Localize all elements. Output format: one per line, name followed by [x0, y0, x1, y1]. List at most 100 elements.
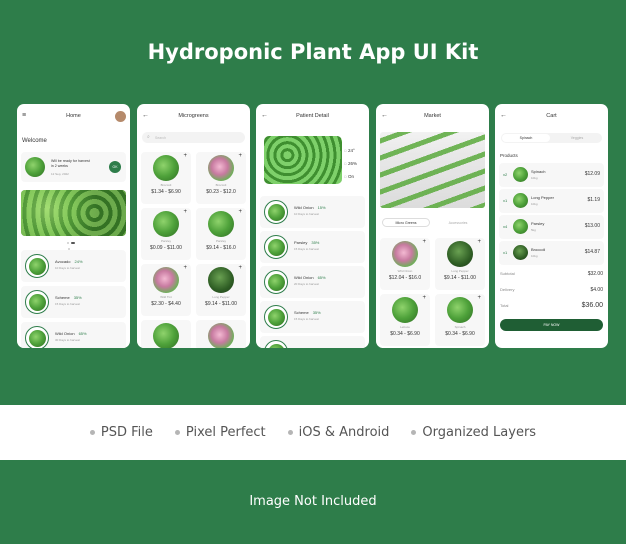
tab-spinach[interactable]: Spinach	[502, 134, 550, 142]
humidity-value: 26%	[347, 161, 357, 166]
list-item[interactable]	[260, 336, 365, 348]
back-arrow-icon[interactable]: ←	[500, 112, 507, 119]
add-icon[interactable]: +	[238, 209, 242, 215]
list-item[interactable]: Wild Onion 15% 10 Days to harvest	[260, 196, 365, 228]
feature-item: Pixel Perfect	[174, 425, 266, 440]
add-icon[interactable]: +	[183, 153, 187, 159]
product-name: Parsley	[215, 239, 226, 243]
add-icon[interactable]: +	[238, 153, 242, 159]
item-percent: 15%	[317, 205, 326, 210]
cart-item[interactable]: x4 Parsley 5kg $13.00	[499, 215, 604, 239]
back-arrow-icon[interactable]: ←	[381, 112, 388, 119]
add-icon[interactable]: +	[422, 295, 426, 301]
product-card[interactable]: + Wild Tint $2.30 - $4.40	[141, 264, 191, 316]
product-card[interactable]: + Lettuce $0.34 - $6.90	[380, 294, 430, 346]
list-item[interactable]: Parsley 35% 15 Days to harvest	[260, 231, 365, 263]
plant-photo	[264, 136, 342, 184]
product-name: Broccoli	[160, 183, 172, 187]
page-title: Hydroponic Plant App UI Kit	[147, 40, 479, 64]
subtotal-row: Subtotal $32.00	[500, 271, 603, 277]
total-value: $36.00	[581, 302, 603, 309]
cart-item[interactable]: x1 Long Pepper 10kg $1.19	[499, 189, 604, 213]
product-card[interactable]: + Long Pepper $9.14 - $11.00	[196, 264, 246, 316]
feature-label: PSD File	[100, 425, 153, 440]
product-name: Lettuce	[400, 325, 410, 329]
item-price: $1.19	[587, 197, 600, 203]
add-icon[interactable]: +	[238, 265, 242, 271]
tab-veggies[interactable]: Veggies	[553, 134, 601, 142]
product-card[interactable]: + Spinach $0.34 - $6.90	[435, 294, 485, 346]
delivery-row: Delivery $4.00	[500, 287, 603, 293]
back-arrow-icon[interactable]: ←	[261, 112, 268, 119]
product-card[interactable]: + Long Pepper $9.14 - $11.00	[435, 238, 485, 290]
total-label: Total	[500, 303, 509, 308]
list-item[interactable]: Avocado 24% 10 Days to harvest	[21, 250, 126, 282]
product-card[interactable]: + Broccoli $0.23 - $12.0	[196, 152, 246, 204]
item-sub: 10 Days to harvest	[294, 212, 320, 216]
subtotal-value: $32.00	[587, 271, 603, 277]
pay-now-button[interactable]: PAY NOW	[500, 319, 603, 331]
product-card[interactable]: + Parsley $9.14 - $16.0	[196, 208, 246, 260]
product-card[interactable]	[196, 320, 246, 348]
product-card[interactable]	[141, 320, 191, 348]
search-placeholder: Search	[155, 135, 167, 140]
phone-patient-detail: ← Patient Detail ◌ 24° ◌ 26% ◌ On Wild O…	[256, 104, 369, 348]
item-name: Broccoli	[531, 247, 546, 252]
product-price: $0.34 - $6.90	[390, 331, 420, 337]
product-card[interactable]: + Broccoli $1.34 - $6.90	[141, 152, 191, 204]
list-item[interactable]: Wild Onion 65% 20 Days to harvest	[260, 266, 365, 298]
list-item[interactable]: Wild Onion 65% 30 Days to harvest	[21, 322, 126, 348]
search-input[interactable]: ⌕ Search	[142, 132, 245, 143]
item-name: Long Pepper	[531, 195, 554, 200]
add-icon[interactable]: +	[183, 265, 187, 271]
phone-home: ≡ Home Welcome Will be ready for harvest…	[17, 104, 130, 348]
add-icon[interactable]: +	[183, 209, 187, 215]
product-price: $9.14 - $11.00	[205, 301, 237, 307]
add-icon[interactable]: +	[477, 239, 481, 245]
product-card[interactable]: + Parsley $0.09 - $11.00	[141, 208, 191, 260]
tab-micro-greens[interactable]: Micro Greens	[382, 218, 430, 227]
cart-item[interactable]: x1 Broccoli 10kg $14.87	[499, 241, 604, 265]
power-value: On	[347, 174, 354, 179]
temperature-value: 24°	[347, 148, 355, 153]
item-weight: 10kg	[531, 254, 538, 258]
harvest-date: 12 Sep, 2022	[51, 172, 69, 176]
item-name: Spinach	[531, 169, 546, 174]
micro-header: ← Microgreens	[137, 104, 250, 128]
item-name: Scheme	[55, 295, 70, 300]
product-name: Broccoli	[215, 183, 227, 187]
plant-stats: ◌ 24° ◌ 26% ◌ On	[344, 144, 357, 183]
item-name: Parsley	[531, 221, 545, 226]
product-name: Long Pepper	[212, 295, 230, 299]
product-name: Wild Tint	[160, 295, 172, 299]
feature-label: iOS & Android	[298, 425, 390, 440]
product-price: $0.23 - $12.0	[206, 189, 236, 195]
product-price: $2.30 - $4.40	[151, 301, 181, 307]
phone-cart: ← Cart Spinach Veggies Products x2 Spinac…	[495, 104, 608, 348]
item-sub: 10 Days to harvest	[55, 266, 81, 270]
item-qty: x1	[503, 250, 508, 255]
product-card[interactable]: + Wild Onion $12.04 - $16.0	[380, 238, 430, 290]
item-name: Scheme	[294, 310, 309, 315]
item-percent: 24%	[74, 259, 83, 264]
harvest-text: Will be ready for harvest in 2 weeks	[51, 159, 90, 168]
item-sub: 30 Days to harvest	[55, 338, 81, 342]
product-price: $9.14 - $16.0	[206, 245, 236, 251]
product-name: Spinach	[454, 325, 466, 329]
item-percent: 35%	[73, 295, 82, 300]
avatar[interactable]	[115, 111, 126, 122]
cart-item[interactable]: x2 Spinach 10kg $12.09	[499, 163, 604, 187]
cart-title: Cart	[546, 113, 557, 119]
market-title: Market	[424, 113, 441, 119]
item-qty: x2	[503, 172, 508, 177]
tab-accessories[interactable]: Accessories	[434, 218, 482, 227]
add-icon[interactable]: +	[477, 295, 481, 301]
item-percent: 65%	[317, 275, 326, 280]
back-arrow-icon[interactable]: ←	[142, 112, 149, 119]
footer-note: Image Not Included	[249, 494, 377, 509]
ok-button[interactable]: OK	[109, 161, 121, 173]
list-item[interactable]: Scheme 35% 15 Days to harvest	[21, 286, 126, 318]
add-icon[interactable]: +	[422, 239, 426, 245]
list-item[interactable]: Scheme 35% 15 Days to harvest	[260, 301, 365, 333]
menu-icon[interactable]: ≡	[22, 112, 26, 119]
